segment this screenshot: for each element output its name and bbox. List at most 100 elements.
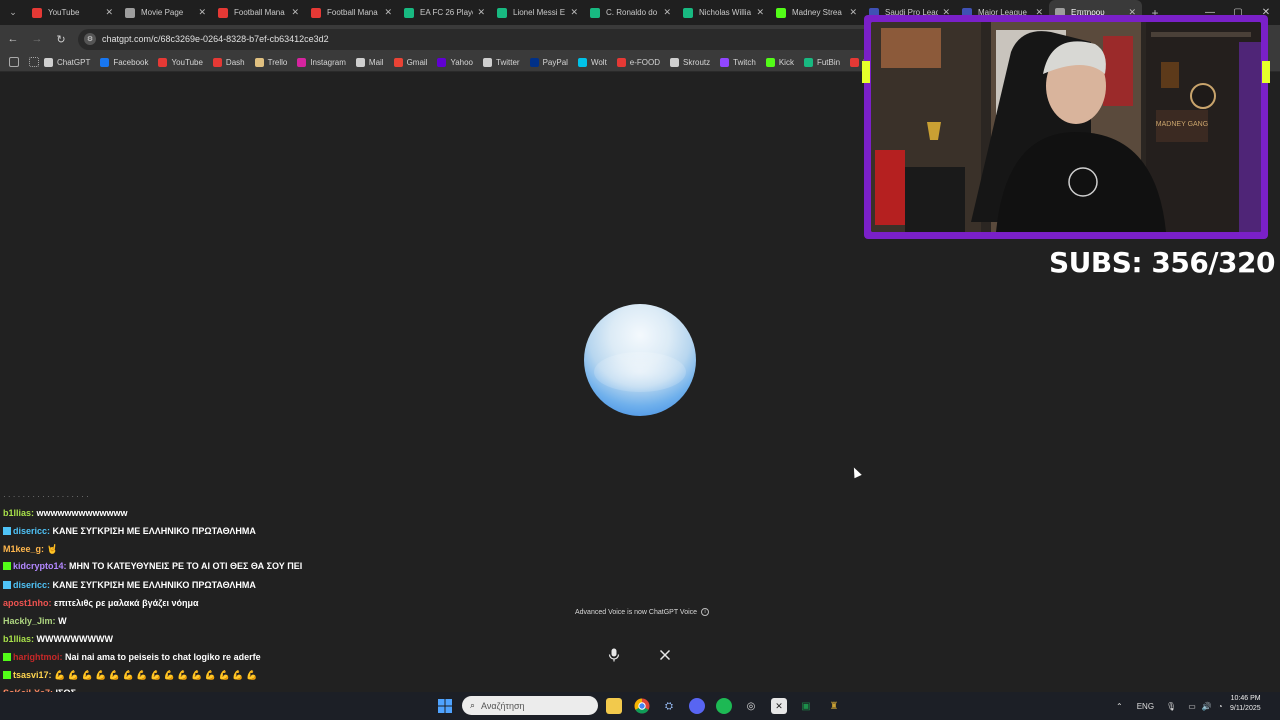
tab-close-icon[interactable]: ✕: [849, 7, 857, 18]
language-indicator[interactable]: ENG: [1137, 702, 1154, 711]
back-button[interactable]: ←: [2, 28, 24, 50]
chat-username[interactable]: apost1nho:: [3, 598, 52, 608]
voice-notice-text: Advanced Voice is now ChatGPT Voice: [575, 608, 698, 616]
chat-badge-icon: [3, 562, 11, 570]
browser-tab[interactable]: Football Mana ✕: [305, 0, 398, 25]
chat-username[interactable]: harightmoi:: [13, 652, 63, 662]
mouse-cursor: [850, 465, 862, 479]
chat-username[interactable]: Hackly_Jim:: [3, 616, 56, 626]
browser-tab[interactable]: EA FC 26 Playe ✕: [398, 0, 491, 25]
bookmark-item[interactable]: Kick: [765, 57, 794, 67]
tab-close-icon[interactable]: ✕: [756, 7, 764, 18]
chat-username[interactable]: disericc:: [13, 526, 50, 536]
chat-text: W: [58, 616, 67, 626]
volume-icon[interactable]: 🔊: [1202, 702, 1212, 711]
bookmark-favicon-icon: [850, 57, 860, 67]
chat-message: kidcrypto14: ΜΗΝ ΤΟ ΚΑΤΕΥΘΥΝΕΙΣ ΡΕ ΤΟ ΑΙ…: [3, 558, 303, 576]
chat-message: b1llias: wwwwwwwwwwwww: [3, 504, 303, 522]
bookmark-item[interactable]: Wolt: [577, 57, 607, 67]
browser-tab[interactable]: Nicholas Willia ✕: [677, 0, 770, 25]
tab-close-icon[interactable]: ✕: [570, 7, 578, 18]
bookmark-folder-icon[interactable]: [9, 57, 19, 67]
bookmark-item[interactable]: YouTube: [158, 57, 203, 67]
bookmark-item[interactable]: Skroutz: [670, 57, 710, 67]
bookmark-item[interactable]: Trello: [254, 57, 287, 67]
tab-title: YouTube: [48, 8, 80, 17]
reload-button[interactable]: ↻: [50, 28, 72, 50]
close-icon: [659, 649, 671, 661]
excel-icon[interactable]: ▣: [798, 698, 814, 714]
app-icon[interactable]: ♜: [826, 698, 842, 714]
steam-icon[interactable]: ⛭: [661, 698, 677, 714]
capcut-icon[interactable]: ✕: [771, 698, 787, 714]
file-explorer-icon[interactable]: [606, 698, 622, 714]
network-icon[interactable]: ◔: [1218, 702, 1223, 711]
chrome-logo-icon: [634, 698, 650, 714]
bookmark-item[interactable]: Instagram: [297, 57, 346, 67]
bookmark-item[interactable]: Mail: [355, 57, 384, 67]
tab-title: Football Mana: [327, 8, 378, 17]
browser-tab[interactable]: Football Mana ✕: [212, 0, 305, 25]
bookmark-item[interactable]: Dash: [212, 57, 245, 67]
end-voice-button[interactable]: [652, 642, 678, 668]
display-icon[interactable]: ▭: [1188, 702, 1196, 711]
bookmark-favicon-icon: [44, 57, 53, 67]
taskbar-clock[interactable]: 10:46 PM 9/11/2025: [1230, 694, 1261, 714]
discord-icon[interactable]: [689, 698, 705, 714]
tab-close-icon[interactable]: ✕: [663, 7, 671, 18]
clock-time: 10:46 PM: [1230, 695, 1261, 702]
bookmark-favicon-icon: [803, 57, 813, 67]
browser-tab[interactable]: Madney Strea ✕: [770, 0, 863, 25]
bookmark-item[interactable]: Twitter: [483, 57, 520, 67]
tab-search-button[interactable]: ⌄: [0, 0, 26, 25]
chat-username[interactable]: b1llias:: [3, 508, 34, 518]
site-info-icon[interactable]: ⚙: [84, 33, 96, 45]
microphone-button[interactable]: [601, 642, 627, 668]
microphone-tray-icon[interactable]: 🎙: [1166, 702, 1176, 711]
chat-username[interactable]: b1llias:: [3, 634, 34, 644]
taskbar-search[interactable]: ⌕ Αναζήτηση: [462, 696, 598, 715]
chat-username[interactable]: tsasvi17:: [13, 670, 52, 680]
chat-text: ΚΑΝΕ ΣΥΓΚΡΙΣΗ ΜΕ ΕΛΛΗΝΙΚΟ ΠΡΩΤΑΘΛΗΜΑ: [52, 580, 256, 590]
forward-button[interactable]: →: [26, 28, 48, 50]
address-bar[interactable]: ⚙ chatgpt.com/c/68c3269e-0264-8328-b7ef-…: [78, 28, 938, 50]
info-icon[interactable]: i: [701, 608, 710, 616]
chat-text: 🤘: [46, 544, 58, 554]
bookmark-label: Gmail: [406, 57, 428, 67]
bookmark-item[interactable]: e-FOOD: [616, 57, 660, 67]
tab-close-icon[interactable]: ✕: [198, 7, 206, 18]
tab-title: EA FC 26 Playe: [420, 8, 474, 17]
bookmark-item[interactable]: Twitch: [720, 57, 756, 67]
chrome-icon[interactable]: [634, 698, 650, 714]
bookmark-favicon-icon: [254, 57, 264, 67]
tab-close-icon[interactable]: ✕: [291, 7, 299, 18]
tab-favicon-icon: [683, 7, 693, 18]
tab-close-icon[interactable]: ✕: [477, 7, 485, 18]
spotify-icon[interactable]: [716, 698, 732, 714]
tab-favicon-icon: [311, 7, 321, 18]
chat-text: ΚΑΝΕ ΣΥΓΚΡΙΣΗ ΜΕ ΕΛΛΗΝΙΚΟ ΠΡΩΤΑΘΛΗΜΑ: [52, 526, 256, 536]
bookmark-favicon-icon: [616, 57, 626, 67]
browser-tab[interactable]: Movie Page ✕: [119, 0, 212, 25]
bookmark-item[interactable]: Facebook: [100, 57, 148, 67]
browser-tab[interactable]: C. Ronaldo do ✕: [584, 0, 677, 25]
bookmark-item[interactable]: Gmail: [393, 57, 428, 67]
chat-username[interactable]: disericc:: [13, 580, 50, 590]
chat-badge-icon: [3, 653, 11, 661]
bookmark-item[interactable]: Yahoo: [437, 57, 473, 67]
browser-tab[interactable]: YouTube ✕: [26, 0, 119, 25]
chat-username[interactable]: kidcrypto14:: [13, 561, 67, 571]
bookmark-item[interactable]: FutBin: [803, 57, 840, 67]
bookmark-item[interactable]: ChatGPT: [44, 57, 90, 67]
start-button[interactable]: [437, 698, 453, 714]
obs-icon[interactable]: ◎: [743, 698, 759, 714]
bookmark-label: Dash: [225, 57, 245, 67]
browser-tab[interactable]: Lionel Messi E ✕: [491, 0, 584, 25]
chevron-up-icon[interactable]: ⌃: [1116, 702, 1123, 711]
bookmark-item[interactable]: PayPal: [529, 57, 568, 67]
apps-grid-icon[interactable]: [29, 57, 39, 67]
chat-badge-icon: [3, 581, 11, 589]
tab-close-icon[interactable]: ✕: [105, 7, 113, 18]
chat-username[interactable]: M1kee_g:: [3, 544, 44, 554]
tab-close-icon[interactable]: ✕: [384, 7, 392, 18]
